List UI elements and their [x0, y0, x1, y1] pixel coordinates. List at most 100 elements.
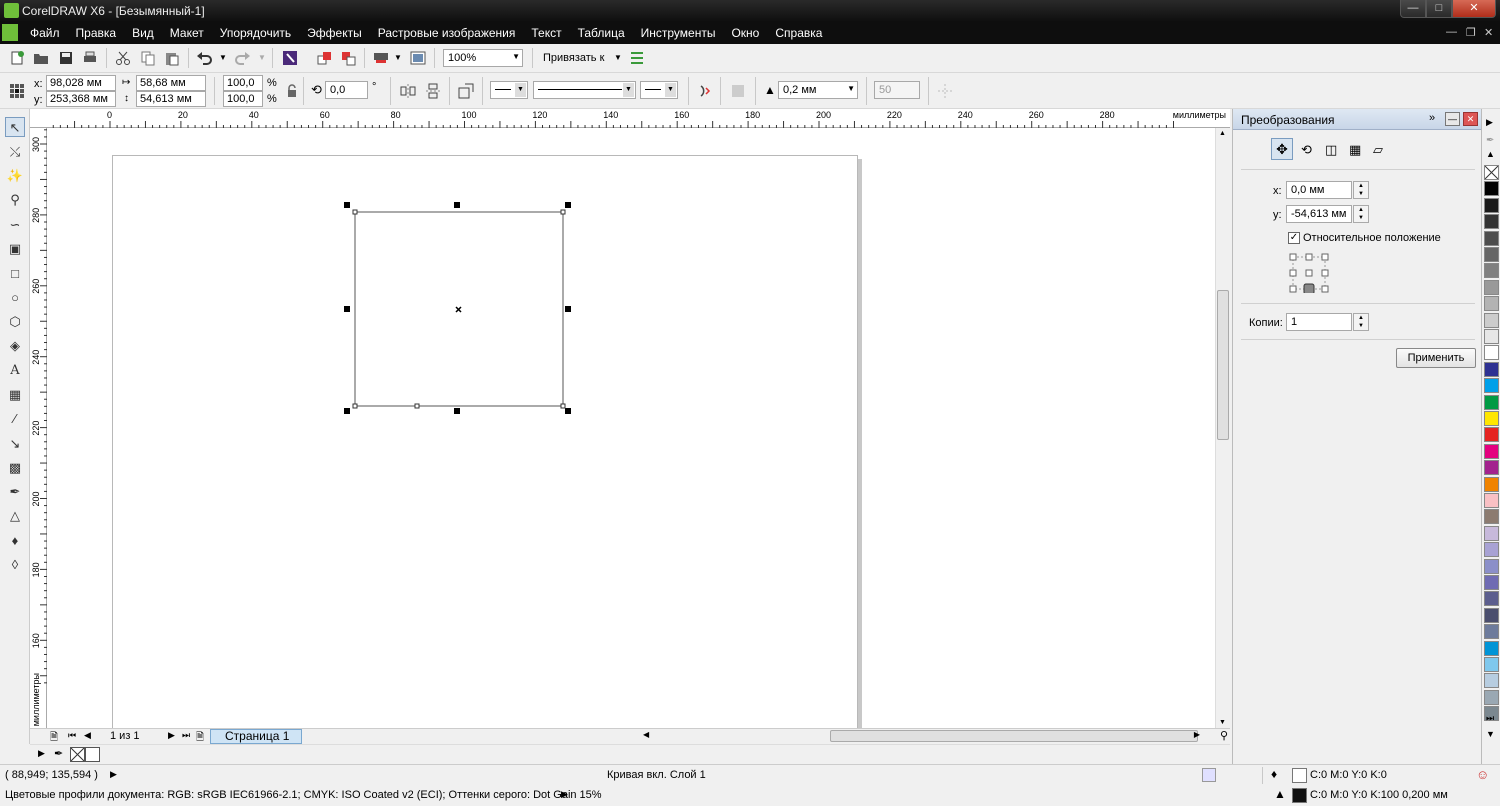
palette-eyedropper-icon[interactable]: ✒ [1486, 135, 1494, 146]
rotation-angle-input[interactable]: 0,0 [325, 81, 368, 99]
docker-y-input[interactable]: -54,613 мм [1286, 205, 1352, 223]
undo-dropdown-icon[interactable]: ▼ [217, 50, 229, 66]
open-icon[interactable] [33, 50, 49, 66]
docker-expand-icon[interactable]: » [1429, 112, 1435, 124]
next-page-icon[interactable]: ▶ [168, 730, 175, 741]
color-swatch[interactable] [1484, 542, 1499, 558]
color-swatch[interactable] [1484, 640, 1499, 656]
application-launcher-icon[interactable] [373, 50, 389, 66]
apply-button[interactable]: Применить [1396, 348, 1476, 368]
color-swatch[interactable] [1484, 624, 1499, 640]
color-swatch[interactable] [1484, 657, 1499, 672]
color-swatch[interactable] [1484, 214, 1499, 230]
outline-width-select[interactable]: 0,2 мм ▼ [778, 81, 858, 99]
profile-expand-icon[interactable]: ▶ [561, 789, 568, 800]
white-swatch[interactable] [85, 747, 100, 762]
undo-icon[interactable] [196, 50, 212, 66]
menu-file[interactable]: Файл [30, 26, 60, 40]
cut-icon[interactable] [115, 50, 131, 66]
anchor-point-grid[interactable] [1289, 253, 1329, 293]
color-swatch[interactable] [1484, 247, 1499, 262]
color-swatch[interactable] [1484, 296, 1499, 312]
launcher-dropdown-icon[interactable]: ▼ [392, 50, 404, 66]
palette-scroll-down-icon[interactable]: ▼ [1486, 729, 1495, 739]
color-swatch[interactable] [1484, 345, 1499, 361]
close-window-button[interactable]: ✕ [1452, 0, 1496, 18]
fill-tool-icon[interactable]: ♦ [5, 531, 25, 551]
scroll-right-icon[interactable]: ▶ [1194, 730, 1200, 739]
status-expand-icon[interactable]: ▶ [110, 769, 117, 780]
selected-object[interactable] [47, 128, 1215, 728]
wrap-text-icon[interactable] [730, 83, 746, 99]
dimension-tool-icon[interactable]: ∕ [5, 409, 25, 429]
color-swatch[interactable] [1484, 509, 1499, 525]
color-swatch[interactable] [1484, 329, 1499, 344]
y-position-input[interactable]: 253,368 мм [46, 91, 116, 107]
import-icon[interactable] [316, 50, 332, 66]
object-width-input[interactable]: 58,68 мм [136, 75, 206, 91]
mirror-vertical-icon[interactable] [425, 83, 441, 99]
redo-dropdown-icon[interactable]: ▼ [256, 50, 268, 66]
ellipse-tool-icon[interactable]: ○ [5, 288, 25, 308]
color-swatch[interactable] [1484, 394, 1499, 410]
horizontal-ruler[interactable]: 0 20 40 60 80 100 120 140 160 180 200 220 240 260 280 … [30, 109, 1230, 128]
color-swatch[interactable] [1484, 312, 1499, 328]
color-swatch[interactable] [1484, 591, 1499, 607]
shape-tool-icon[interactable]: ⤯ [5, 142, 25, 162]
basic-shapes-tool-icon[interactable]: ◈ [5, 336, 25, 356]
fill-color-swatch[interactable] [1292, 768, 1307, 783]
last-page-icon[interactable]: ⏭ [182, 730, 190, 741]
mirror-horizontal-icon[interactable] [400, 83, 416, 99]
menu-effects[interactable]: Эффекты [307, 26, 362, 40]
docker-close-button[interactable]: ✕ [1463, 112, 1478, 126]
color-swatch[interactable] [1484, 493, 1499, 508]
table-tool-icon[interactable]: ▦ [5, 385, 25, 405]
color-swatch[interactable] [1484, 263, 1499, 279]
color-profile-info[interactable]: Цветовые профили документа: RGB: sRGB IE… [5, 789, 602, 801]
scale-x-input[interactable]: 100,0 [223, 75, 263, 91]
color-proof-icon[interactable] [1202, 768, 1216, 782]
scroll-down-icon[interactable]: ▼ [1219, 719, 1226, 726]
crop-tool-icon[interactable]: ✨ [5, 166, 25, 186]
scroll-up-icon[interactable]: ▲ [1219, 130, 1226, 137]
text-tool-icon[interactable]: A [5, 361, 25, 381]
menu-tools[interactable]: Инструменты [641, 26, 716, 40]
menu-edit[interactable]: Правка [76, 26, 117, 40]
skew-transform-icon[interactable]: ▱ [1373, 142, 1383, 158]
copy-icon[interactable] [140, 50, 156, 66]
outline-tool-icon[interactable]: △ [5, 506, 25, 526]
eyedropper-icon[interactable]: ✒ [54, 747, 63, 760]
interactive-fill-tool-icon[interactable]: ◊ [5, 555, 25, 575]
color-swatch[interactable] [1484, 181, 1499, 197]
export-icon[interactable] [340, 50, 356, 66]
paste-icon[interactable] [164, 50, 180, 66]
first-page-icon[interactable]: ⏮ [68, 730, 76, 741]
color-swatch[interactable] [1484, 689, 1499, 705]
vertical-scrollbar[interactable]: ▲ ▼ [1215, 128, 1230, 728]
freehand-tool-icon[interactable]: ∽ [5, 215, 25, 235]
user-icon[interactable]: ☺ [1476, 767, 1489, 782]
polygon-tool-icon[interactable]: ⬡ [5, 312, 25, 332]
object-height-input[interactable]: 54,613 мм [136, 91, 206, 107]
scale-mirror-transform-icon[interactable]: ◫ [1325, 142, 1337, 158]
snap-to-dropdown-icon[interactable]: ▼ [612, 50, 624, 66]
color-swatch[interactable] [1484, 558, 1499, 574]
redo-icon[interactable] [235, 50, 251, 66]
color-swatch[interactable] [1484, 197, 1499, 213]
palette-scroll-end-icon[interactable]: ⏭ [1486, 713, 1494, 724]
menu-arrange[interactable]: Упорядочить [220, 26, 291, 40]
end-arrowhead-select[interactable]: ▼ [640, 81, 678, 99]
options-icon[interactable] [629, 50, 645, 66]
color-swatch[interactable] [1484, 427, 1499, 443]
menu-window[interactable]: Окно [731, 26, 759, 40]
blend-tool-icon[interactable]: ▩ [5, 458, 25, 478]
line-style-select[interactable]: ▼ [533, 81, 636, 99]
rectangle-tool-icon[interactable]: □ [5, 264, 25, 284]
maximize-button[interactable]: □ [1426, 0, 1452, 18]
palette-menu-icon[interactable]: ▶ [38, 748, 45, 759]
color-swatch[interactable] [1484, 607, 1499, 623]
menu-help[interactable]: Справка [775, 26, 822, 40]
print-icon[interactable] [82, 50, 98, 66]
palette-menu-icon-right[interactable]: ▲ [1486, 149, 1495, 159]
new-document-icon[interactable] [9, 50, 25, 66]
